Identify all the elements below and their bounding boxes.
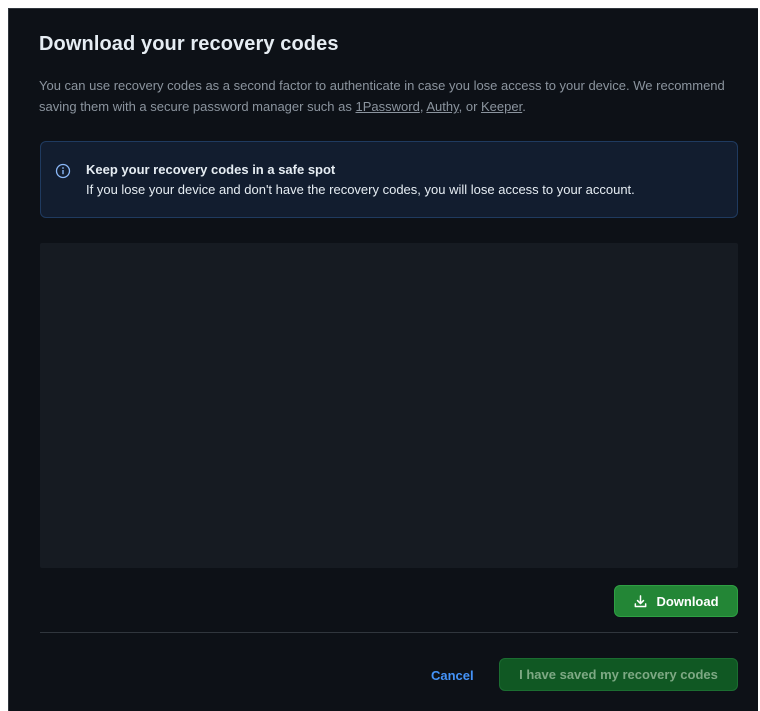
recovery-codes-dialog: Download your recovery codes You can use…	[8, 8, 758, 711]
cancel-button[interactable]: Cancel	[421, 659, 484, 691]
dialog-description: You can use recovery codes as a second f…	[39, 75, 729, 117]
link-keeper[interactable]: Keeper	[481, 99, 522, 114]
link-authy[interactable]: Authy	[426, 99, 458, 114]
callout-title: Keep your recovery codes in a safe spot	[86, 162, 336, 177]
recovery-codes-area	[40, 243, 738, 568]
callout-text: If you lose your device and don't have t…	[86, 182, 635, 197]
footer-divider	[40, 632, 738, 633]
link-1password[interactable]: 1Password	[356, 99, 420, 114]
separator: , or	[458, 99, 482, 114]
download-label: Download	[656, 593, 719, 609]
download-icon	[633, 594, 648, 609]
info-icon	[55, 163, 71, 179]
saved-recovery-codes-button[interactable]: I have saved my recovery codes	[499, 658, 738, 691]
dialog-title: Download your recovery codes	[39, 33, 339, 55]
description-end: .	[522, 99, 526, 114]
safe-spot-callout: Keep your recovery codes in a safe spot …	[40, 141, 738, 218]
download-button[interactable]: Download	[614, 585, 738, 617]
